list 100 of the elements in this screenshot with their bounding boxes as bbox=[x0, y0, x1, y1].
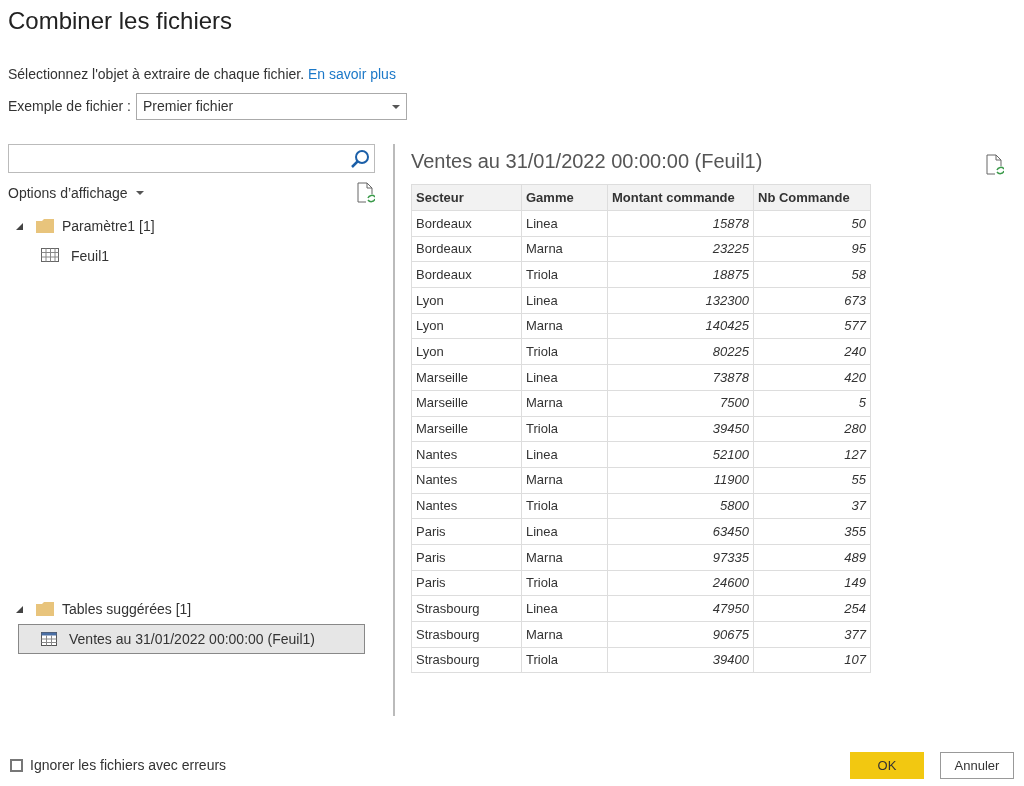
table-cell: 90675 bbox=[607, 621, 754, 648]
table-cell: 97335 bbox=[607, 544, 754, 571]
sample-file-dropdown[interactable]: Premier fichier bbox=[135, 93, 407, 120]
tree-item[interactable]: Paramètre1 [1] bbox=[62, 215, 155, 237]
table-cell: 52100 bbox=[607, 441, 754, 468]
checkbox[interactable] bbox=[10, 759, 23, 772]
ok-button[interactable]: OK bbox=[850, 752, 924, 779]
expand-triangle-icon[interactable] bbox=[16, 222, 23, 230]
table-cell: Triola bbox=[521, 416, 608, 442]
table-cell: Strasbourg bbox=[411, 621, 522, 648]
table-cell: Paris bbox=[411, 544, 522, 571]
table-cell: Bordeaux bbox=[411, 261, 522, 288]
table-cell: 39400 bbox=[607, 647, 754, 673]
table-cell: 39450 bbox=[607, 416, 754, 442]
table-cell: Paris bbox=[411, 570, 522, 596]
table-cell: 50 bbox=[753, 210, 871, 237]
column-header: Secteur bbox=[411, 184, 522, 211]
table-cell: 132300 bbox=[607, 287, 754, 314]
table-cell: 24600 bbox=[607, 570, 754, 596]
table-cell: 280 bbox=[753, 416, 871, 442]
table-cell: 63450 bbox=[607, 518, 754, 545]
table-cell: Triola bbox=[521, 261, 608, 288]
table-cell: 140425 bbox=[607, 313, 754, 339]
table-cell: Nantes bbox=[411, 467, 522, 494]
display-options-dropdown[interactable]: Options d’affichage bbox=[8, 182, 144, 204]
table-cell: Triola bbox=[521, 493, 608, 519]
table-cell: Marna bbox=[521, 236, 608, 262]
table-cell: Linea bbox=[521, 595, 608, 622]
table-cell: Marna bbox=[521, 621, 608, 648]
sheet-icon bbox=[41, 248, 59, 264]
table-cell: Paris bbox=[411, 518, 522, 545]
table-cell: Linea bbox=[521, 287, 608, 314]
table-cell: 15878 bbox=[607, 210, 754, 237]
column-header: Montant commande bbox=[607, 184, 754, 211]
table-cell: 577 bbox=[753, 313, 871, 339]
sample-file-label: Exemple de fichier : bbox=[8, 97, 131, 116]
tree-item[interactable]: Ventes au 31/01/2022 00:00:00 (Feuil1) bbox=[18, 624, 365, 654]
column-header: Gamme bbox=[521, 184, 608, 211]
table-cell: 5 bbox=[753, 390, 871, 416]
table-cell: Marna bbox=[521, 544, 608, 571]
table-cell: 149 bbox=[753, 570, 871, 596]
table-cell: 377 bbox=[753, 621, 871, 648]
table-cell: Lyon bbox=[411, 338, 522, 365]
table-cell: 355 bbox=[753, 518, 871, 545]
expand-triangle-icon[interactable] bbox=[16, 605, 23, 613]
table-cell: 58 bbox=[753, 261, 871, 288]
table-cell: 254 bbox=[753, 595, 871, 622]
table-cell: Triola bbox=[521, 570, 608, 596]
table-cell: Linea bbox=[521, 518, 608, 545]
table-cell: Nantes bbox=[411, 441, 522, 468]
table-cell: 47950 bbox=[607, 595, 754, 622]
table-cell: Strasbourg bbox=[411, 647, 522, 673]
table-cell: Marseille bbox=[411, 390, 522, 416]
table-cell: 240 bbox=[753, 338, 871, 365]
checkbox-label: Ignorer les fichiers avec erreurs bbox=[30, 756, 227, 775]
table-cell: Marna bbox=[521, 313, 608, 339]
table-cell: Triola bbox=[521, 338, 608, 365]
table-icon bbox=[41, 632, 57, 646]
table-cell: 80225 bbox=[607, 338, 754, 365]
cancel-button[interactable]: Annuler bbox=[940, 752, 1014, 779]
tree-item[interactable]: Tables suggérées [1] bbox=[62, 598, 192, 620]
search-icon[interactable] bbox=[350, 148, 370, 169]
folder-icon bbox=[36, 219, 54, 233]
search-field[interactable] bbox=[8, 144, 375, 173]
table-cell: Triola bbox=[521, 647, 608, 673]
table-cell: 127 bbox=[753, 441, 871, 468]
instruction-text: Sélectionnez l'objet à extraire de chaque fichier. En savoir plus bbox=[8, 65, 397, 84]
table-cell: 489 bbox=[753, 544, 871, 571]
table-cell: Strasbourg bbox=[411, 595, 522, 622]
table-cell: 18875 bbox=[607, 261, 754, 288]
table-cell: Marseille bbox=[411, 364, 522, 391]
table-cell: Lyon bbox=[411, 287, 522, 314]
caret-icon bbox=[135, 191, 144, 195]
table-cell: Bordeaux bbox=[411, 236, 522, 262]
table-cell: 37 bbox=[753, 493, 871, 519]
table-cell: Marna bbox=[521, 467, 608, 494]
table-cell: Linea bbox=[521, 210, 608, 237]
table-cell: 95 bbox=[753, 236, 871, 262]
table-cell: 5800 bbox=[607, 493, 754, 519]
table-cell: Bordeaux bbox=[411, 210, 522, 237]
table-cell: Nantes bbox=[411, 493, 522, 519]
table-cell: Marseille bbox=[411, 416, 522, 442]
caret-icon bbox=[391, 104, 400, 109]
table-cell: 55 bbox=[753, 467, 871, 494]
table-cell: Marna bbox=[521, 390, 608, 416]
table-cell: 673 bbox=[753, 287, 871, 314]
column-header: Nb Commande bbox=[753, 184, 871, 211]
folder-icon bbox=[36, 602, 54, 616]
table-cell: 23225 bbox=[607, 236, 754, 262]
table-cell: 11900 bbox=[607, 467, 754, 494]
table-cell: 7500 bbox=[607, 390, 754, 416]
learn-more-link[interactable]: En savoir plus bbox=[307, 66, 396, 82]
table-cell: 420 bbox=[753, 364, 871, 391]
refresh-document-icon[interactable] bbox=[986, 154, 1004, 176]
table-cell: Linea bbox=[521, 364, 608, 391]
table-cell: 73878 bbox=[607, 364, 754, 391]
tree-item[interactable]: Feuil1 bbox=[18, 241, 375, 271]
refresh-document-icon[interactable] bbox=[357, 182, 375, 204]
dialog-title: Combiner les fichiers bbox=[8, 6, 234, 36]
table-cell: Lyon bbox=[411, 313, 522, 339]
